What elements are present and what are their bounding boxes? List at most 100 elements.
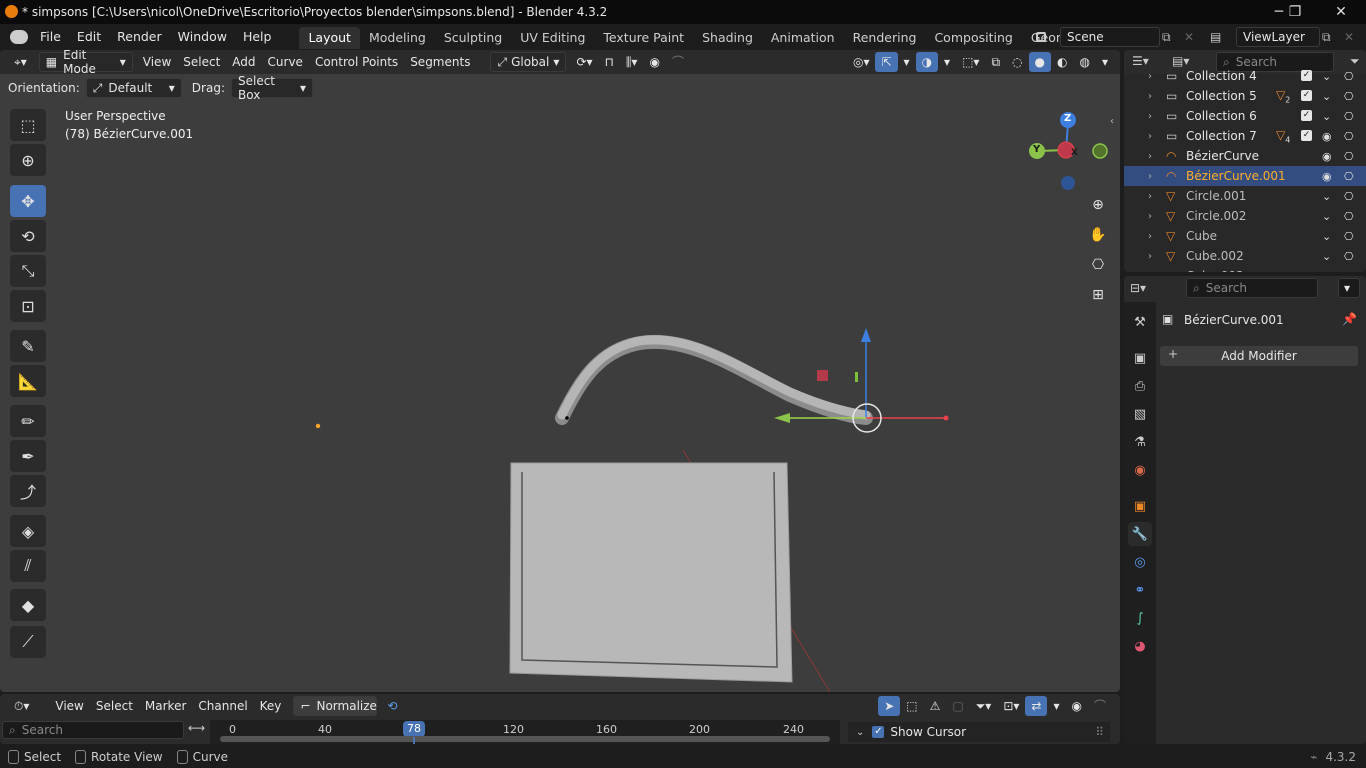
gizmo-x-handle[interactable]: [943, 415, 949, 421]
annotate-tool[interactable]: ✎: [10, 330, 46, 362]
tab-uv-editing[interactable]: UV Editing: [511, 27, 594, 49]
close-button[interactable]: ✕: [1318, 0, 1364, 24]
include-checkbox[interactable]: ✓: [1301, 110, 1312, 121]
tab-physics[interactable]: ◎: [1128, 550, 1152, 574]
blender-menu-icon[interactable]: [10, 30, 28, 44]
swap-icon[interactable]: ⟷: [188, 721, 205, 735]
nav-gizmo-neg-z-icon[interactable]: [1061, 176, 1075, 190]
current-frame-indicator[interactable]: 78: [403, 721, 425, 737]
camera-render-icon[interactable]: ⎔: [1344, 190, 1354, 203]
new-scene-icon[interactable]: ⧉: [1162, 30, 1171, 45]
delete-scene-icon[interactable]: ✕: [1184, 30, 1194, 44]
expand-chevron-icon[interactable]: ›: [1148, 151, 1152, 162]
tab-texture-paint[interactable]: Texture Paint: [594, 27, 693, 49]
tab-sculpting[interactable]: Sculpting: [435, 27, 511, 49]
tab-world[interactable]: ◉: [1128, 458, 1152, 482]
menu-channel[interactable]: Channel: [192, 696, 253, 716]
gizmo-z-arrow-icon[interactable]: [861, 328, 871, 342]
proportional-icon[interactable]: ◉: [1066, 696, 1088, 716]
scene-field[interactable]: Scene: [1060, 27, 1160, 47]
show-hidden-icon[interactable]: ⬚: [900, 696, 923, 716]
expand-chevron-icon[interactable]: ›: [1148, 271, 1152, 273]
camera-render-icon[interactable]: ⎔: [1344, 270, 1354, 273]
eye-icon[interactable]: ◉: [1322, 170, 1332, 183]
cursor-tool[interactable]: ⊕: [10, 144, 46, 176]
timeline-scrollbar[interactable]: [220, 736, 830, 742]
editor-type-icon[interactable]: ⊟▾: [1130, 281, 1146, 295]
keying-dropdown-icon[interactable]: ▾: [1047, 696, 1065, 716]
menu-render[interactable]: Render: [109, 24, 170, 50]
eye-icon[interactable]: ⌄: [1322, 190, 1331, 203]
expand-chevron-icon[interactable]: ›: [1148, 231, 1152, 242]
eye-icon[interactable]: ⌄: [1322, 90, 1331, 103]
maximize-button[interactable]: ❐: [1272, 0, 1318, 24]
delete-view-layer-icon[interactable]: ✕: [1344, 30, 1354, 44]
tab-material[interactable]: ◕: [1128, 634, 1152, 658]
menu-edit[interactable]: Edit: [69, 24, 109, 50]
gizmo-plane-handle-yz[interactable]: [855, 372, 858, 382]
nav-gizmo-neg-y-icon[interactable]: [1092, 143, 1108, 159]
rotate-tool[interactable]: ⟲: [10, 220, 46, 252]
tab-modifiers[interactable]: 🔧: [1128, 522, 1152, 546]
editor-type-icon[interactable]: ⏱▾: [8, 696, 35, 716]
pan-button[interactable]: ✋: [1086, 223, 1110, 247]
tab-output[interactable]: ⎙: [1128, 374, 1152, 398]
tab-render[interactable]: ▣: [1128, 346, 1152, 370]
expand-chevron-icon[interactable]: ›: [1148, 191, 1152, 202]
outliner-row[interactable]: › ▽ Circle.001 ⌄ ⎔: [1124, 186, 1366, 206]
outliner-row[interactable]: › ▭ Collection 4 ✓ ⌄ ⎔: [1124, 66, 1366, 86]
auto-normalize-icon[interactable]: ⟲: [381, 696, 403, 716]
menu-window[interactable]: Window: [170, 24, 235, 50]
auto-keying-icon[interactable]: ⇄: [1025, 696, 1048, 716]
outliner-row[interactable]: › ◠ BézierCurve.001 ◉ ⎔: [1124, 166, 1366, 186]
eye-icon[interactable]: ⌄: [1322, 70, 1331, 83]
camera-render-icon[interactable]: ⎔: [1344, 230, 1354, 243]
tab-rendering[interactable]: Rendering: [844, 27, 926, 49]
eye-icon[interactable]: ⌄: [1322, 210, 1331, 223]
curve-end-point[interactable]: [565, 416, 569, 420]
view-layer-field[interactable]: ViewLayer: [1236, 27, 1320, 47]
outliner-row[interactable]: › ▽ Circle.002 ⌄ ⎔: [1124, 206, 1366, 226]
gizmo-y-arrow-icon[interactable]: [774, 413, 790, 423]
sidebar-toggle-icon[interactable]: ‹: [1110, 116, 1114, 127]
tab-data[interactable]: ∫: [1128, 606, 1152, 630]
expand-chevron-icon[interactable]: ›: [1148, 111, 1152, 122]
object-origin-point[interactable]: [315, 423, 321, 429]
expand-chevron-icon[interactable]: ›: [1148, 251, 1152, 262]
outliner-row[interactable]: › ▭ Collection 5 ▽2 ✓ ⌄ ⎔: [1124, 86, 1366, 106]
show-cursor-checkbox[interactable]: ✓: [872, 726, 885, 738]
tab-view-layer[interactable]: ▧: [1128, 402, 1152, 426]
normalize-toggle[interactable]: ⌐ Normalize: [293, 696, 378, 716]
camera-render-icon[interactable]: ⎔: [1344, 170, 1354, 183]
camera-render-icon[interactable]: ⎔: [1344, 90, 1354, 103]
expand-chevron-icon[interactable]: ›: [1148, 211, 1152, 222]
move-tool[interactable]: ✥: [10, 185, 46, 217]
camera-render-icon[interactable]: ⎔: [1344, 150, 1354, 163]
menu-select[interactable]: Select: [90, 696, 139, 716]
tab-compositing[interactable]: Compositing: [925, 27, 1021, 49]
include-checkbox[interactable]: ✓: [1301, 90, 1312, 101]
eye-icon[interactable]: ◉: [1322, 130, 1332, 143]
eye-icon[interactable]: ⌄: [1322, 250, 1331, 263]
eye-icon[interactable]: ⌄: [1322, 270, 1331, 273]
select-box-tool[interactable]: ⬚: [10, 109, 46, 141]
include-checkbox[interactable]: ✓: [1301, 70, 1312, 81]
eye-icon[interactable]: ⌄: [1322, 110, 1331, 123]
eye-icon[interactable]: ◉: [1322, 150, 1332, 163]
tab-layout[interactable]: Layout: [299, 27, 360, 49]
expand-chevron-icon[interactable]: ›: [1148, 171, 1152, 182]
camera-render-icon[interactable]: ⎔: [1344, 70, 1354, 83]
tab-constraints[interactable]: ⚭: [1128, 578, 1152, 602]
drag-handle-icon[interactable]: ⠿: [1095, 725, 1104, 739]
add-modifier-button[interactable]: + Add Modifier: [1160, 346, 1358, 366]
extrude-tool[interactable]: ⤴: [10, 475, 46, 507]
radius-tool[interactable]: ◈: [10, 515, 46, 547]
snap-icon[interactable]: ⊡▾: [997, 696, 1025, 716]
outliner-row[interactable]: › ▽ Cube.003 ⌄ ⎔: [1124, 266, 1366, 272]
camera-button[interactable]: ⎔: [1086, 253, 1110, 277]
view-layer-icon[interactable]: ▤: [1210, 30, 1221, 44]
tab-object[interactable]: ▣: [1128, 494, 1152, 518]
tilt-tool[interactable]: ⫽: [10, 550, 46, 582]
only-errors-icon[interactable]: ⚠: [924, 696, 947, 716]
only-selected-icon[interactable]: ➤: [878, 696, 901, 716]
